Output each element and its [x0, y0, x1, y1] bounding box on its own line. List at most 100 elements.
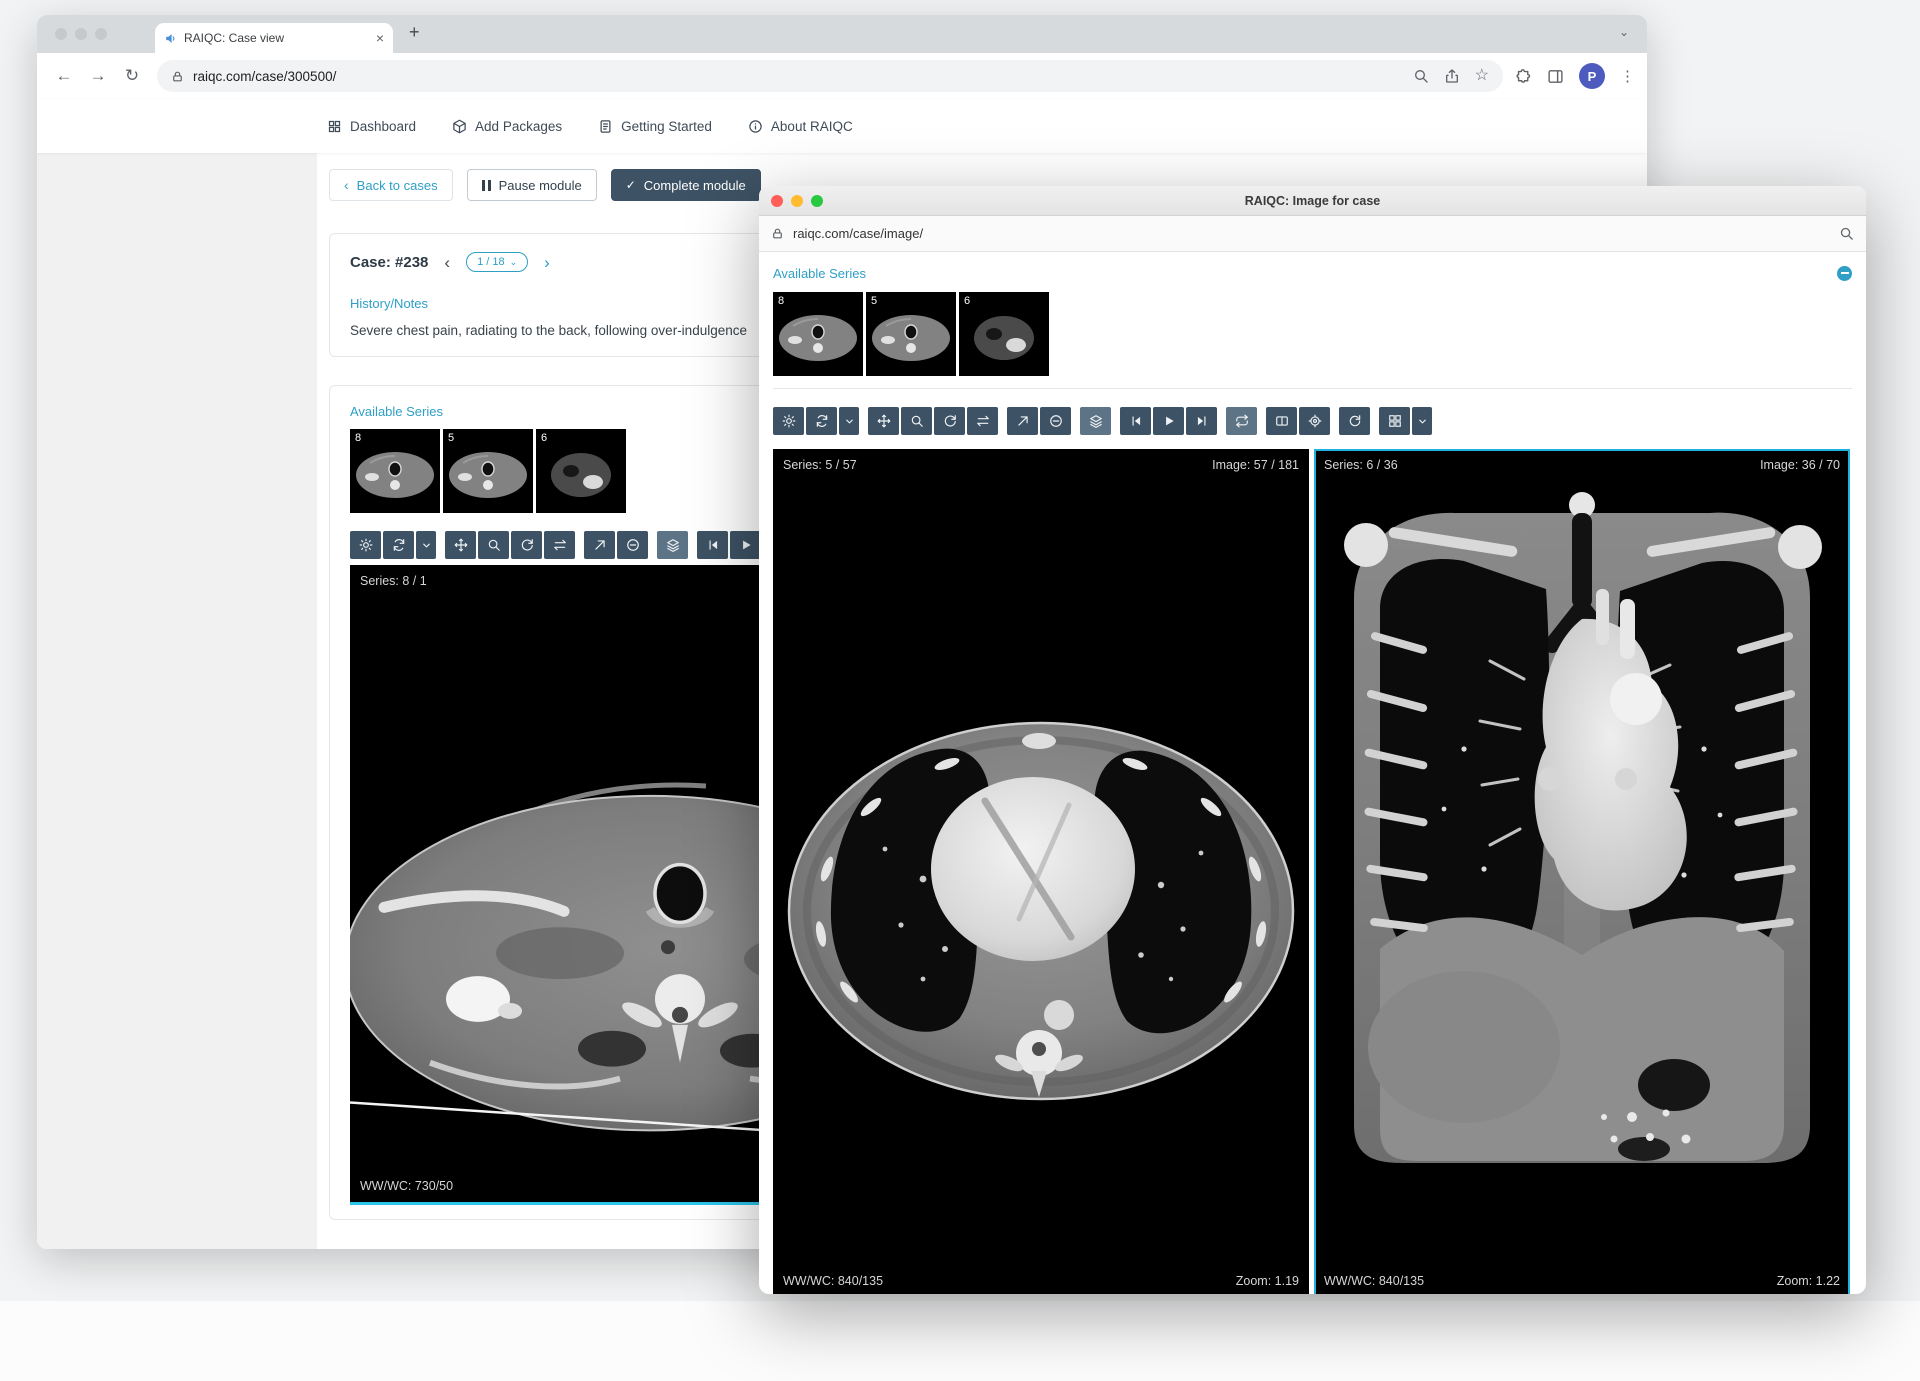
ct-thumbnail-image [443, 429, 533, 513]
tool-dropdown-button[interactable] [839, 407, 859, 435]
nav-dashboard[interactable]: Dashboard [327, 119, 416, 134]
dicom-viewport-axial[interactable]: Series: 5 / 57 Image: 57 / 181 WW/WC: 84… [773, 449, 1309, 1294]
profile-avatar[interactable]: P [1579, 63, 1605, 89]
pan-tool-button[interactable] [445, 531, 476, 559]
tab-close-icon[interactable]: × [376, 31, 384, 45]
available-series-heading: Available Series [773, 266, 866, 281]
url-bar[interactable]: raiqc.com/case/300500/ ☆ [157, 60, 1503, 92]
series-thumbnail-6[interactable]: 6 [959, 292, 1049, 376]
pause-module-button[interactable]: Pause module [467, 169, 597, 201]
complete-module-button[interactable]: ✓ Complete module [611, 169, 761, 201]
flip-icon [976, 414, 990, 428]
layout-dropdown-button[interactable] [1412, 407, 1432, 435]
flip-tool-button[interactable] [544, 531, 575, 559]
tool-dropdown-button[interactable] [416, 531, 436, 559]
viewport-zoom-label: Zoom: 1.22 [1777, 1274, 1840, 1288]
viewport-wwwc-label: WW/WC: 730/50 [360, 1179, 453, 1193]
dashboard-icon [327, 119, 342, 134]
chevron-down-icon [844, 416, 855, 427]
rotate-tool-button[interactable] [511, 531, 542, 559]
minimize-window-button[interactable] [75, 28, 87, 40]
popup-titlebar[interactable]: RAIQC: Image for case [759, 186, 1866, 216]
layout-grid-button[interactable] [1379, 407, 1410, 435]
series-thumbnail-8[interactable]: 8 [773, 292, 863, 376]
zoom-icon[interactable] [1413, 68, 1429, 84]
zoom-window-button[interactable] [811, 195, 823, 207]
annotate-tool-button[interactable] [584, 531, 615, 559]
skip-start-button[interactable] [697, 531, 728, 559]
browser-forward-button[interactable]: → [83, 65, 113, 87]
browser-menu-icon[interactable]: ⋮ [1620, 69, 1635, 84]
popup-url-text: raiqc.com/case/image/ [793, 226, 1830, 241]
series-thumbnail-8[interactable]: 8 [350, 429, 440, 513]
skip-start-button[interactable] [1120, 407, 1151, 435]
wwwc-tool-button[interactable] [350, 531, 381, 559]
ct-thumbnail-image [536, 429, 626, 513]
browser-back-button[interactable]: ← [49, 65, 79, 87]
tab-case-view[interactable]: RAIQC: Case view × [155, 23, 393, 53]
lock-icon [771, 227, 784, 240]
next-case-chevron-icon[interactable]: › [544, 254, 550, 271]
cine-tool-button[interactable] [806, 407, 837, 435]
back-to-cases-button[interactable]: ‹ Back to cases [329, 169, 453, 201]
ct-thumbnail-image [959, 292, 1049, 376]
play-button[interactable] [730, 531, 761, 559]
sun-icon [359, 538, 373, 552]
minimize-window-button[interactable] [791, 195, 803, 207]
repeat-tool-button[interactable] [1226, 407, 1257, 435]
viewport-series-label: Series: 8 / 1 [360, 574, 427, 588]
cine-tool-button[interactable] [383, 531, 414, 559]
nav-getting-started[interactable]: Getting Started [598, 119, 712, 134]
browser-reload-button[interactable]: ↻ [117, 65, 147, 87]
search-icon[interactable] [1839, 226, 1854, 241]
split-view-button[interactable] [1266, 407, 1297, 435]
popup-body: Available Series 8 5 6 [759, 252, 1866, 1294]
chevron-left-icon: ‹ [344, 178, 349, 192]
skip-end-button[interactable] [1186, 407, 1217, 435]
close-window-button[interactable] [55, 28, 67, 40]
series-thumbnail-5[interactable]: 5 [866, 292, 956, 376]
new-tab-button[interactable]: + [409, 23, 420, 41]
refresh-button[interactable] [1339, 407, 1370, 435]
share-icon[interactable] [1444, 68, 1460, 84]
series-thumbnail-5[interactable]: 5 [443, 429, 533, 513]
annotate-tool-button[interactable] [1007, 407, 1038, 435]
split-view-icon [1275, 414, 1289, 428]
series-thumbnail-6[interactable]: 6 [536, 429, 626, 513]
layers-tool-button[interactable] [1080, 407, 1111, 435]
bookmark-star-icon[interactable]: ☆ [1475, 68, 1489, 84]
zoom-window-button[interactable] [95, 28, 107, 40]
case-pagination-dropdown[interactable]: 1 / 18 ⌄ [466, 252, 528, 272]
viewport-series-label: Series: 5 / 57 [783, 458, 857, 472]
complete-module-label: Complete module [644, 178, 746, 193]
layers-tool-button[interactable] [657, 531, 688, 559]
target-tool-button[interactable] [1299, 407, 1330, 435]
pan-tool-button[interactable] [868, 407, 899, 435]
extensions-puzzle-icon[interactable] [1515, 68, 1532, 85]
nav-about[interactable]: About RAIQC [748, 119, 853, 134]
collapse-series-icon[interactable] [1837, 266, 1852, 281]
rotate-tool-button[interactable] [934, 407, 965, 435]
pause-module-label: Pause module [499, 178, 582, 193]
zoom-tool-button[interactable] [901, 407, 932, 435]
rotate-icon [943, 414, 957, 428]
close-window-button[interactable] [771, 195, 783, 207]
previous-case-chevron-icon[interactable]: ‹ [444, 254, 450, 271]
zoom-tool-button[interactable] [478, 531, 509, 559]
popup-url-bar[interactable]: raiqc.com/case/image/ [759, 216, 1866, 252]
sidebar-icon[interactable] [1547, 68, 1564, 85]
app-navigation: Dashboard Add Packages Getting Started A… [37, 99, 1647, 153]
nav-getting-started-label: Getting Started [621, 119, 712, 134]
remove-tool-button[interactable] [1040, 407, 1071, 435]
nav-add-packages[interactable]: Add Packages [452, 119, 562, 134]
check-icon: ✓ [626, 179, 636, 191]
dicom-toolbar [773, 407, 1852, 435]
remove-tool-button[interactable] [617, 531, 648, 559]
viewport-wwwc-label: WW/WC: 840/135 [1324, 1274, 1424, 1288]
play-icon [1162, 414, 1176, 428]
play-button[interactable] [1153, 407, 1184, 435]
flip-tool-button[interactable] [967, 407, 998, 435]
wwwc-tool-button[interactable] [773, 407, 804, 435]
tab-strip-chevron-icon[interactable]: ⌄ [1619, 26, 1629, 38]
dicom-viewport-coronal[interactable]: Series: 6 / 36 Image: 36 / 70 WW/WC: 840… [1314, 449, 1850, 1294]
